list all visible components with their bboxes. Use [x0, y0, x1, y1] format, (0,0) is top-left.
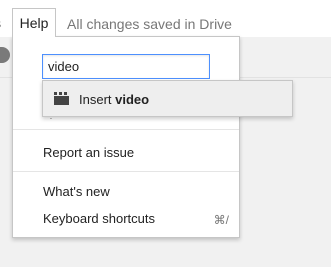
suggestion-match: video [115, 92, 150, 107]
menu-separator [13, 171, 239, 172]
help-menu-dropdown: Keyboard shortcuts Report an issue What'… [12, 36, 240, 238]
search-menus-box[interactable] [42, 54, 210, 79]
menu-item-report-issue[interactable]: Report an issue [43, 145, 134, 161]
save-status: All changes saved in Drive [67, 16, 232, 32]
menu-separator [13, 129, 239, 130]
search-menus-input[interactable] [48, 58, 203, 75]
menu-help[interactable]: Help [12, 8, 56, 37]
menu-item-tools[interactable]: s [0, 14, 1, 32]
search-suggestion-insert-video[interactable]: Insert video [42, 80, 293, 117]
suggestion-prefix: Insert [79, 92, 116, 107]
menu-help-label: Help [19, 15, 49, 31]
suggestion-label: Insert video [79, 92, 149, 108]
keyboard-shortcuts-shortcut: ⌘/ [213, 213, 229, 227]
menu-bar: s Help All changes saved in Drive [0, 0, 331, 37]
menu-item-keyboard-shortcuts[interactable]: Keyboard shortcuts [43, 211, 155, 227]
print-icon[interactable] [0, 47, 10, 63]
clapperboard-icon [54, 92, 69, 105]
menu-item-whats-new[interactable]: What's new [43, 184, 110, 200]
